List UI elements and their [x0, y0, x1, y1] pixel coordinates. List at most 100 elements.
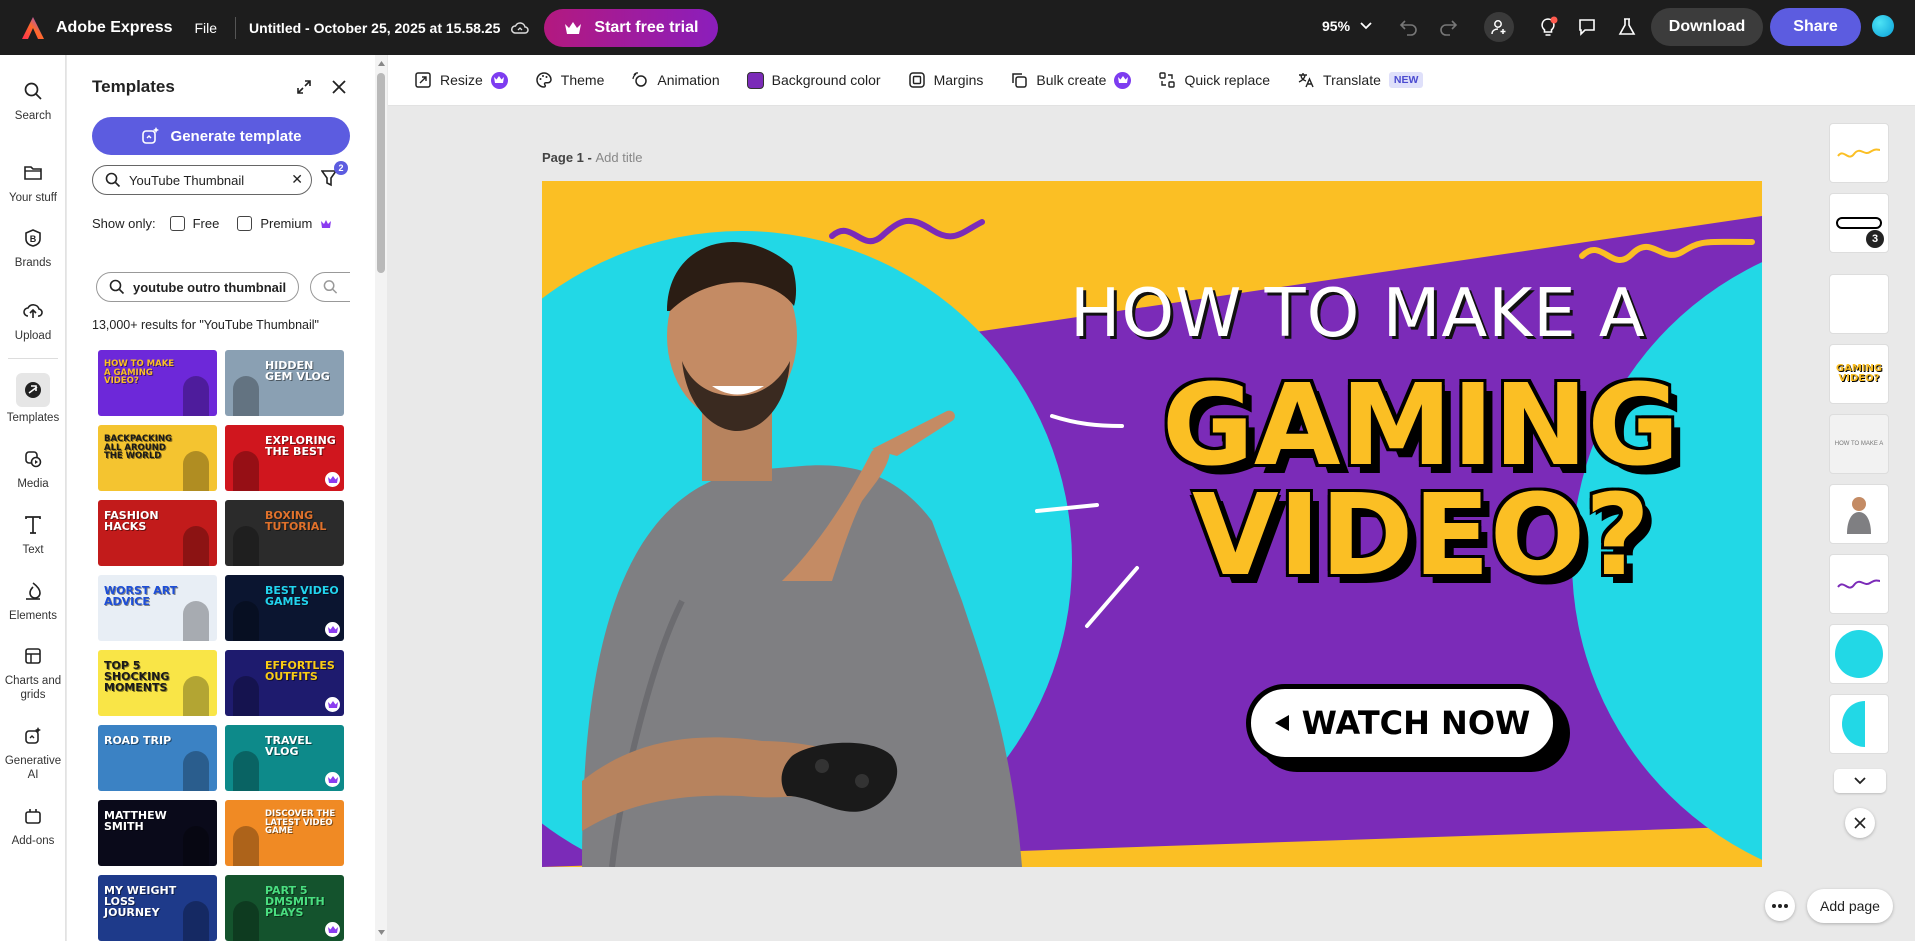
template-search-input[interactable]: YouTube Thumbnail ✕ — [92, 165, 312, 195]
expand-icon[interactable] — [296, 79, 312, 95]
quick-replace-icon — [1159, 72, 1176, 88]
lightbulb-icon[interactable] — [1535, 14, 1561, 40]
more-options-button[interactable] — [1765, 891, 1795, 921]
search-icon — [109, 279, 125, 295]
rail-divider — [8, 358, 58, 359]
rail-item-media[interactable]: Media — [0, 445, 66, 491]
template-person-figure — [183, 751, 209, 791]
start-free-trial-button[interactable]: Start free trial — [544, 8, 719, 47]
template-thumbnail[interactable]: Matthew Smith — [98, 800, 217, 866]
theme-button[interactable]: Theme — [535, 71, 605, 89]
layer-thumb[interactable]: GAMING VIDEO? — [1829, 344, 1889, 404]
comment-icon[interactable] — [1574, 14, 1600, 40]
template-thumbnail[interactable]: Worst Art Advice — [98, 575, 217, 641]
rail-item-elements[interactable]: Elements — [0, 577, 66, 623]
undo-icon[interactable] — [1396, 14, 1422, 40]
panel-scrollbar[interactable] — [375, 55, 387, 941]
file-menu[interactable]: File — [194, 20, 217, 36]
rail-item-your-stuff[interactable]: Your stuff — [0, 159, 66, 205]
premium-crown-icon — [490, 71, 508, 89]
template-thumbnail[interactable]: Fashion Hacks — [98, 500, 217, 566]
scroll-layers-down-button[interactable] — [1834, 769, 1886, 793]
add-page-button[interactable]: Add page — [1807, 889, 1893, 923]
page-label[interactable]: Page 1 - Add title — [542, 150, 642, 165]
premium-checkbox[interactable] — [237, 216, 253, 231]
template-thumbnail[interactable]: Top 5 Shocking Moments — [98, 650, 217, 716]
animation-button[interactable]: Animation — [631, 71, 720, 89]
rail-item-brands[interactable]: B Brands — [0, 224, 66, 270]
template-thumbnail[interactable]: Exploring The Best — [225, 425, 344, 491]
template-person-figure — [183, 826, 209, 866]
scrollbar-thumb[interactable] — [377, 73, 385, 273]
document-title[interactable]: Untitled - October 25, 2025 at 15.58.25 — [249, 20, 500, 36]
watch-now-button[interactable]: WATCH NOW — [1246, 684, 1558, 762]
headline-line3[interactable]: VIDEO? — [1192, 471, 1650, 601]
headline-line1[interactable]: HOW TO MAKE A — [1070, 274, 1646, 352]
cloud-sync-icon[interactable] — [510, 18, 530, 38]
template-thumbnail[interactable]: My Weight Loss Journey — [98, 875, 217, 941]
redo-icon[interactable] — [1435, 14, 1461, 40]
template-thumbnail[interactable]: Best Video Games — [225, 575, 344, 641]
template-thumbnail[interactable]: Backpacking All Around The World — [98, 425, 217, 491]
margins-button[interactable]: Margins — [908, 71, 984, 89]
rail-item-charts[interactable]: Charts and grids — [0, 642, 66, 702]
template-thumbnail[interactable]: Effortles Outfits — [225, 650, 344, 716]
layer-thumb[interactable] — [1829, 624, 1889, 684]
template-thumbnail[interactable]: Road Trip — [98, 725, 217, 791]
rail-item-upload[interactable]: Upload — [0, 297, 66, 343]
template-thumbnail-text: Travel Vlog — [265, 734, 312, 758]
rail-item-generative-ai[interactable]: Generative AI — [0, 722, 66, 782]
rail-item-add-ons[interactable]: Add-ons — [0, 802, 66, 848]
bulk-create-icon — [1012, 73, 1028, 88]
layer-thumb[interactable] — [1829, 484, 1889, 544]
clear-search-icon[interactable]: ✕ — [291, 171, 303, 188]
new-badge: NEW — [1388, 72, 1424, 88]
free-checkbox[interactable] — [169, 216, 185, 231]
invite-user-icon[interactable] — [1484, 12, 1514, 42]
layer-thumb[interactable]: HOW TO MAKE A — [1829, 414, 1889, 474]
avatar[interactable] — [1872, 15, 1894, 37]
layer-thumb[interactable] — [1829, 274, 1889, 334]
share-button[interactable]: Share — [1770, 8, 1861, 46]
template-thumbnail[interactable]: Discover The Latest Video Game — [225, 800, 344, 866]
rail-label: Add-ons — [11, 835, 55, 847]
translate-button[interactable]: Translate NEW — [1297, 71, 1424, 89]
layer-thumb[interactable] — [1829, 694, 1889, 754]
layer-thumb[interactable] — [1829, 554, 1889, 614]
animation-label: Animation — [657, 72, 720, 88]
adobe-express-logo[interactable] — [20, 15, 46, 41]
quick-replace-button[interactable]: Quick replace — [1158, 71, 1270, 89]
rail-item-templates[interactable]: Templates — [0, 373, 66, 425]
layer-gaming-preview: GAMING VIDEO? — [1835, 363, 1883, 384]
brand-icon: B — [19, 224, 47, 252]
template-thumbnail[interactable]: Part 5 Dmsmith Plays — [225, 875, 344, 941]
suggestion-chip-partial[interactable] — [310, 272, 350, 302]
zoom-control[interactable]: 95% — [1322, 18, 1372, 34]
template-thumbnail[interactable]: How to make a Gaming Video? — [98, 350, 217, 416]
beaker-icon[interactable] — [1614, 14, 1640, 40]
rail-item-search[interactable]: Search — [0, 77, 66, 123]
background-color-button[interactable]: Background color — [746, 71, 881, 89]
template-thumbnail[interactable]: Boxing Tutorial — [225, 500, 344, 566]
template-thumbnail[interactable]: Travel Vlog — [225, 725, 344, 791]
theme-label: Theme — [560, 72, 605, 88]
suggestion-chip[interactable]: youtube outro thumbnail — [96, 272, 300, 302]
template-thumbnail-text: Worst Art Advice — [104, 584, 178, 608]
close-icon[interactable] — [332, 80, 346, 94]
add-title[interactable]: Add title — [595, 150, 642, 165]
chevron-down-icon — [1854, 777, 1866, 785]
layer-thumb[interactable]: 3 — [1829, 193, 1889, 253]
resize-button[interactable]: Resize — [414, 71, 508, 89]
generate-template-button[interactable]: Generate template — [92, 117, 350, 155]
template-thumbnail-text: Effortles Outfits — [265, 659, 335, 683]
margins-label: Margins — [933, 72, 984, 88]
play-left-icon — [1274, 715, 1289, 731]
bulk-create-button[interactable]: Bulk create — [1010, 71, 1132, 89]
close-layers-button[interactable] — [1845, 808, 1875, 838]
design-canvas[interactable]: HOW TO MAKE A GAMING VIDEO? WATCH NOW — [542, 181, 1762, 867]
premium-crown-icon — [325, 697, 340, 712]
template-thumbnail[interactable]: Hidden Gem Vlog — [225, 350, 344, 416]
layer-thumb[interactable] — [1829, 123, 1889, 183]
download-button[interactable]: Download — [1651, 8, 1763, 46]
rail-item-text[interactable]: Text — [0, 511, 66, 557]
